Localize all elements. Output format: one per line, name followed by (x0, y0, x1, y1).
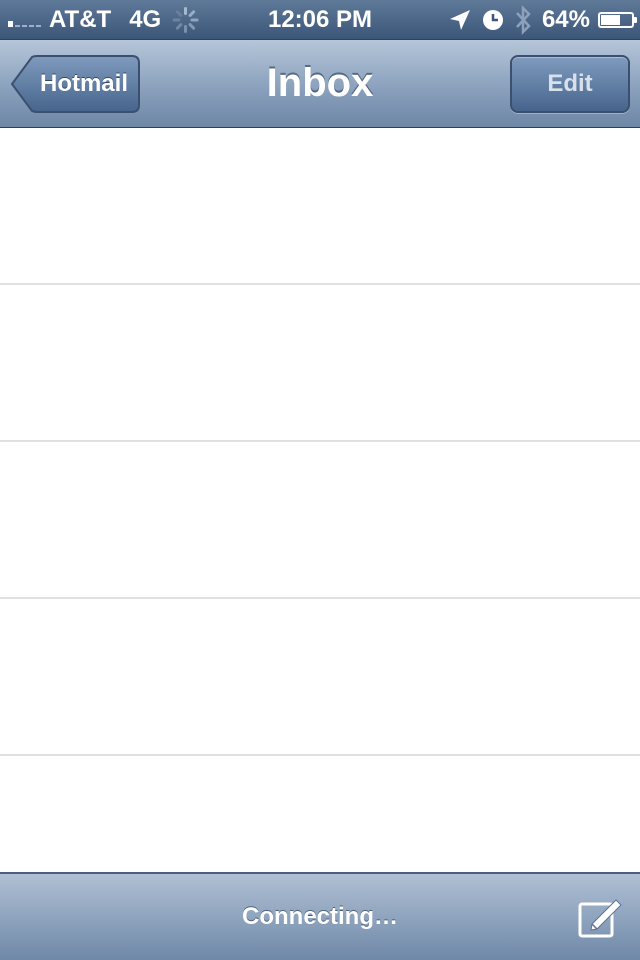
list-item[interactable] (0, 599, 640, 756)
bluetooth-icon (514, 5, 532, 35)
sync-status: Connecting… (242, 903, 398, 930)
list-item[interactable] (0, 128, 640, 285)
battery-charging-icon (598, 12, 637, 28)
list-item[interactable] (0, 442, 640, 599)
location-arrow-icon (448, 8, 472, 32)
status-bar: AT&T 4G 12:06 PM 64% (0, 0, 640, 40)
navigation-bar: Hotmail Inbox Edit (0, 40, 640, 128)
message-list[interactable] (0, 128, 640, 911)
battery-percent: 64% (541, 6, 590, 33)
compose-icon (578, 899, 622, 938)
status-right: 64% (448, 0, 637, 40)
alarm-clock-icon (482, 9, 504, 31)
battery-level-fill (601, 15, 620, 25)
list-item[interactable] (0, 285, 640, 442)
compose-button[interactable] (578, 898, 622, 938)
bottom-toolbar: Connecting… (0, 872, 640, 960)
edit-button[interactable]: Edit (510, 55, 630, 113)
